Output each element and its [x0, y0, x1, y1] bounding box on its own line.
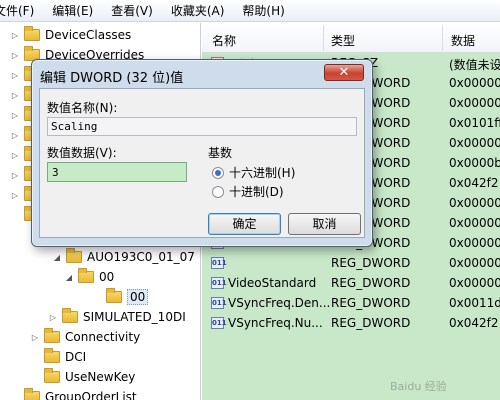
tree-item[interactable]: ▷ DeviceClasses	[10, 25, 131, 45]
tree-item-label: GroupOrderList	[45, 390, 137, 400]
expand-arrow-icon[interactable]: ▷	[10, 51, 20, 60]
value-name: VideoStandard	[228, 276, 317, 290]
expand-arrow-icon[interactable]: ▷	[10, 111, 20, 120]
value-data: 0x0101ff	[449, 116, 500, 130]
tree-item[interactable]: ▷ Connectivity	[30, 327, 140, 347]
value-type: REG_DWORD	[331, 256, 411, 270]
radio-dec-icon[interactable]	[212, 185, 224, 198]
value-name-field: Scaling	[47, 117, 357, 136]
menu-favorites[interactable]: 收藏夹(A)	[162, 2, 234, 19]
tree-item-label: 00	[127, 289, 149, 305]
value-data: 0x000000	[449, 216, 500, 230]
value-name: VSyncFreq.Nu...	[228, 316, 323, 330]
binary-value-icon: 011	[211, 317, 227, 329]
expand-arrow-icon[interactable]: ▷	[10, 191, 20, 200]
dialog-body: 数值名称(N): Scaling 数值数据(V): 3 基数 十六进制(H) 十…	[39, 88, 365, 238]
list-row[interactable]: 011VideoStandard REG_DWORD 0x000000	[202, 273, 500, 293]
value-data: 0x042f2	[449, 316, 499, 330]
tree-item[interactable]: ▷ SIMULATED_10DI	[48, 307, 186, 327]
folder-icon	[24, 388, 40, 400]
tree-item[interactable]: ◢ AUO193C0_01_07	[52, 247, 195, 267]
value-data: 0x000000	[449, 96, 500, 110]
value-data: 0x042f2	[449, 176, 499, 190]
binary-value-icon: 011	[211, 277, 227, 289]
folder-icon	[78, 268, 94, 283]
folder-icon	[44, 368, 60, 383]
menu-help[interactable]: 帮助(H)	[233, 2, 293, 19]
expand-arrow-icon[interactable]: ▷	[10, 131, 20, 140]
radio-dec[interactable]: 十进制(D)	[212, 183, 284, 200]
value-data: (数值未设	[449, 58, 500, 72]
expand-arrow-icon[interactable]: ▷	[30, 333, 40, 342]
list-row[interactable]: 011 VSyncFreq.Den... REG_DWORD 0x0011d	[202, 293, 500, 313]
expand-arrow-icon[interactable]: ▷	[48, 313, 58, 322]
binary-value-icon: 011	[211, 257, 227, 269]
tree-item-label: DeviceClasses	[45, 28, 132, 42]
expand-arrow-icon[interactable]: ▷	[10, 71, 20, 80]
folder-icon	[24, 26, 40, 41]
menu-bar: 文件(F) 编辑(E) 查看(V) 收藏夹(A) 帮助(H)	[0, 0, 500, 22]
menu-view[interactable]: 查看(V)	[102, 2, 162, 19]
edit-dword-dialog: 编辑 DWORD (32 位)值 ✕ 数值名称(N): Scaling 数值数据…	[31, 59, 373, 247]
close-button[interactable]: ✕	[324, 64, 364, 81]
folder-icon	[106, 288, 122, 303]
expand-arrow-icon[interactable]: ◢	[52, 253, 62, 262]
expand-arrow-icon[interactable]: ▷	[10, 91, 20, 100]
value-data: 0x000000	[449, 136, 500, 150]
binary-value-icon: 011	[211, 297, 227, 309]
ok-button[interactable]: 确定	[208, 213, 281, 235]
expand-arrow-icon[interactable]: ◢	[64, 273, 74, 282]
dialog-title: 编辑 DWORD (32 位)值	[40, 71, 184, 86]
expand-arrow-icon[interactable]: ▷	[10, 151, 20, 160]
list-row[interactable]: 011 REG_DWORD 0x000000	[202, 253, 500, 273]
folder-icon	[66, 248, 82, 263]
value-data: 0x000000	[449, 276, 500, 290]
list-row[interactable]: 011 VSyncFreq.Nu... REG_DWORD 0x042f2	[202, 313, 500, 333]
column-header-data[interactable]: 数据	[451, 32, 475, 49]
tree-item[interactable]: 00	[92, 287, 149, 307]
tree-item[interactable]: UseNewKey	[30, 367, 135, 387]
value-data-label: 数值数据(V):	[47, 146, 117, 160]
radio-dec-label: 十进制(D)	[229, 185, 284, 199]
value-data: 0x000000	[449, 76, 500, 90]
tree-item-label: DCI	[65, 350, 87, 364]
tree-item-label: UseNewKey	[65, 370, 136, 384]
radio-hex-label: 十六进制(H)	[229, 166, 296, 180]
column-header-type[interactable]: 类型	[331, 32, 355, 49]
folder-icon	[44, 348, 60, 363]
value-name-label: 数值名称(N):	[47, 101, 118, 115]
value-name: VSyncFreq.Den...	[228, 296, 331, 310]
value-data: 0x000000	[449, 196, 500, 210]
watermark: Baidu 经验	[390, 380, 447, 393]
tree-item-label: AUO193C0_01_07	[87, 250, 195, 264]
radio-hex-icon[interactable]	[212, 166, 224, 179]
expand-arrow-icon[interactable]: ▷	[10, 31, 20, 40]
value-type: REG_DWORD	[331, 316, 411, 330]
base-group-label: 基数	[208, 146, 233, 160]
value-data: 0x0000b	[449, 156, 500, 170]
tree-item[interactable]: GroupOrderList	[10, 387, 137, 400]
radio-hex[interactable]: 十六进制(H)	[212, 164, 295, 181]
tree-item[interactable]: DCI	[30, 347, 86, 367]
value-data: 0x0011d	[449, 296, 500, 310]
list-header: 名称 类型 数据	[202, 23, 500, 53]
tree-item-label: Connectivity	[65, 330, 141, 344]
menu-edit[interactable]: 编辑(E)	[43, 2, 102, 19]
menu-file[interactable]: 文件(F)	[0, 2, 43, 19]
folder-icon	[44, 328, 60, 343]
tree-item-label: 00	[99, 270, 115, 284]
tree-item[interactable]: ◢ 00	[64, 267, 114, 287]
expand-arrow-icon[interactable]: ▷	[10, 171, 20, 180]
cancel-button[interactable]: 取消	[288, 213, 361, 235]
value-data-input[interactable]: 3	[47, 162, 187, 182]
value-data: 0x000000	[449, 236, 500, 250]
folder-icon	[62, 308, 78, 323]
tree-item-label: SIMULATED_10DI	[83, 310, 186, 324]
value-type: REG_DWORD	[331, 276, 411, 290]
value-data: 0x000000	[449, 256, 500, 270]
value-type: REG_DWORD	[331, 296, 411, 310]
column-header-name[interactable]: 名称	[212, 32, 236, 49]
